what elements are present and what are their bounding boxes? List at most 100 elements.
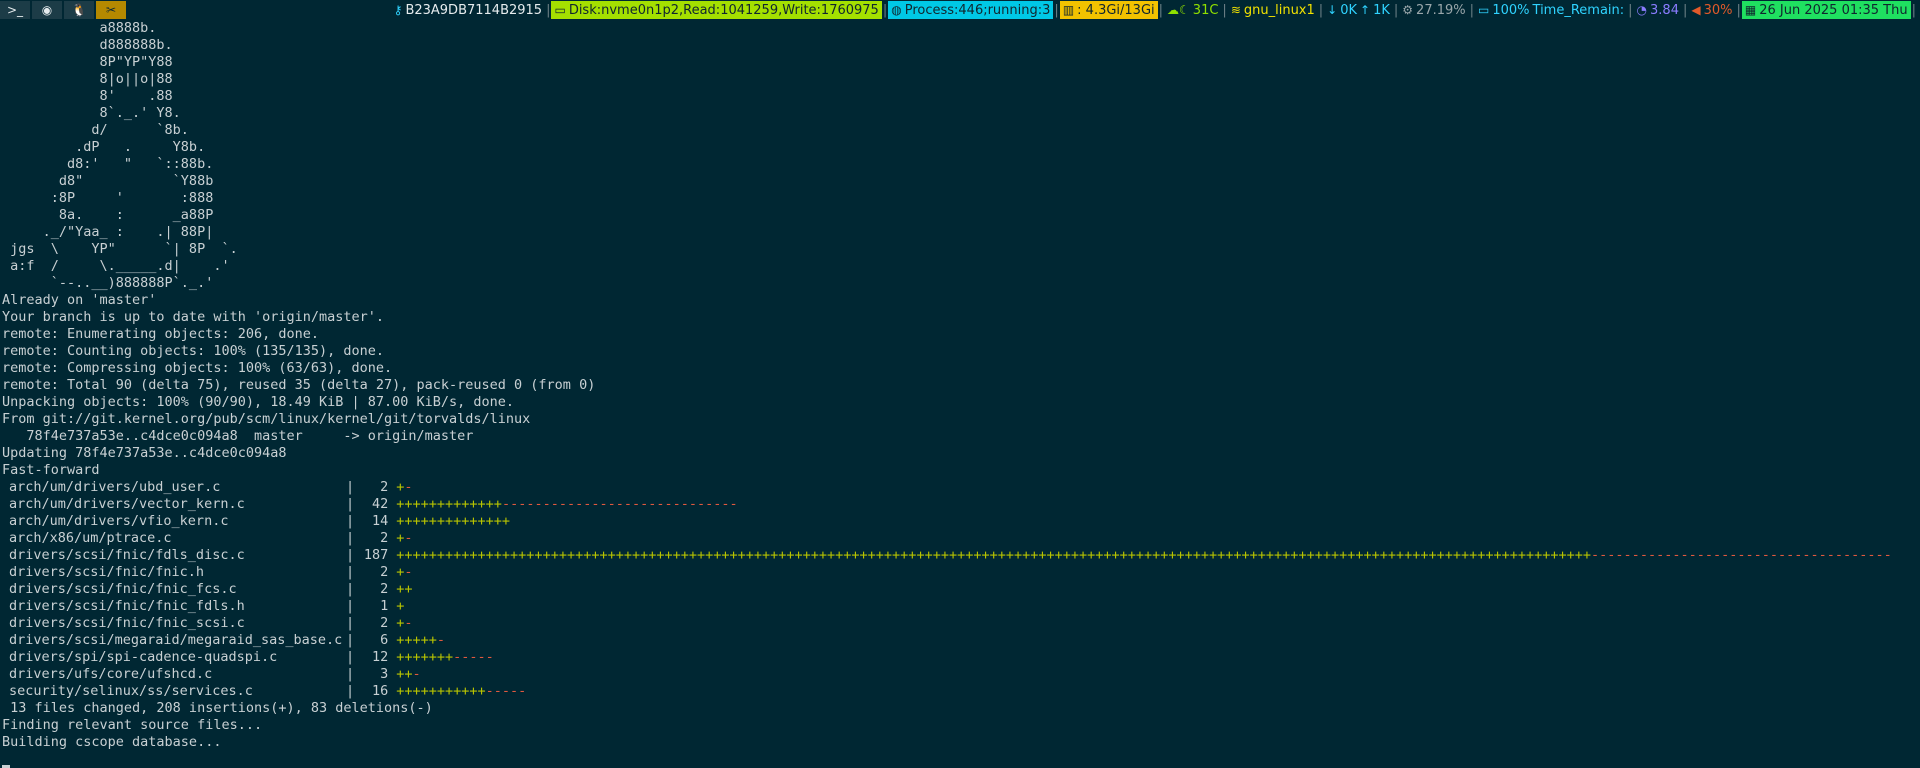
- diffstat-separator: |: [346, 479, 363, 495]
- diffstat-separator: |: [346, 615, 363, 631]
- diffstat-deletions: -----: [453, 649, 494, 665]
- battery-status: ▭ 100% Time_Remain:: [1475, 1, 1627, 19]
- linux-icon[interactable]: 🐧: [64, 1, 94, 19]
- diffstat-count: 42: [372, 496, 389, 512]
- net-up-text: 1K: [1373, 2, 1390, 18]
- diffstat-count: 187: [363, 547, 389, 563]
- diffstat-separator: |: [346, 564, 363, 580]
- ascii-art-line: d888888b.: [2, 37, 173, 53]
- diffstat-file: drivers/scsi/fnic/fnic_fcs.c: [9, 581, 237, 597]
- wifi-icon: ≋: [1230, 3, 1241, 17]
- diffstat-row: arch/um/drivers/vfio_kern.c | 14 +++++++++…: [0, 513, 1920, 530]
- ascii-art: a8888b. d888888b. 8P"YP"Y88 8|o||o|88 8'…: [0, 20, 1920, 292]
- diffstat-count: 2: [380, 615, 389, 631]
- battery-icon: ▭: [1478, 3, 1490, 17]
- diffstat-separator: |: [346, 581, 363, 597]
- ascii-art-line: d/ `8b.: [2, 122, 189, 138]
- diffstat-file: drivers/scsi/megaraid/megaraid_sas_base.…: [9, 632, 343, 648]
- ascii-art-line: jgs \ YP" `| 8P `.: [2, 241, 238, 257]
- diffstat-separator: |: [346, 666, 363, 682]
- terminal-line: remote: Total 90 (delta 75), reused 35 (…: [2, 377, 596, 393]
- arrow-down-icon: ↓: [1327, 3, 1338, 17]
- diffstat-row: drivers/spi/spi-cadence-quadspi.c | 12 +++…: [0, 649, 1920, 666]
- ascii-art-line: a8888b.: [2, 20, 157, 36]
- ascii-art-line: d8:' " `::88b.: [2, 156, 214, 172]
- status-bar: >_ ◉ 🐧 ✂ ⚷ B23A9DB7114B2915 | ▭ Disk:nvm…: [0, 0, 1920, 20]
- diffstat-row: arch/um/drivers/vector_kern.c | 42 +++++++…: [0, 496, 1920, 513]
- terminal-line: 78f4e737a53e..c4dce0c094a8 master -> ori…: [2, 428, 474, 444]
- diffstat-deletions: -: [404, 564, 413, 580]
- diffstat-file: arch/um/drivers/ubd_user.c: [9, 479, 221, 495]
- terminal-icon[interactable]: >_: [0, 1, 30, 19]
- terminal-line: From git://git.kernel.org/pub/scm/linux/…: [2, 411, 531, 427]
- diffstat-deletions: -: [436, 632, 446, 648]
- key-id: B23A9DB7114B2915: [405, 2, 543, 18]
- diffstat-separator: |: [346, 513, 363, 529]
- chart-icon: ▥: [1062, 3, 1075, 17]
- diffstat-deletions: -----------------------------: [501, 496, 738, 512]
- disk-icon: ▭: [554, 3, 566, 17]
- diffstat-row: arch/x86/um/ptrace.c | 2 +-: [0, 530, 1920, 547]
- ascii-art-line: 8|o||o|88: [2, 71, 173, 87]
- diffstat-separator: |: [346, 598, 363, 614]
- volume-icon: ◀: [1691, 3, 1701, 17]
- ascii-art-line: 8`._.' Y8.: [2, 105, 181, 121]
- diffstat-separator: |: [346, 530, 363, 546]
- firefox-icon[interactable]: ◉: [32, 1, 62, 19]
- ascii-art-line: ._/"Yaa_ : .| 88P|: [2, 224, 214, 240]
- terminal-line: remote: Compressing objects: 100% (63/63…: [2, 360, 393, 376]
- diffstat-deletions: -: [404, 530, 413, 546]
- ascii-art-line: `--..__)888888P`._.': [2, 275, 214, 291]
- diffstat-row: drivers/scsi/fnic/fnic_scsi.c | 2 +-: [0, 615, 1920, 632]
- diffstat-file: drivers/scsi/fnic/fnic_scsi.c: [9, 615, 245, 631]
- terminal-output[interactable]: a8888b. d888888b. 8P"YP"Y88 8|o||o|88 8'…: [0, 20, 1920, 768]
- arrow-up-icon: ↑: [1360, 3, 1371, 17]
- temp-text: 31C: [1192, 2, 1219, 18]
- diffstat-file: arch/um/drivers/vfio_kern.c: [9, 513, 229, 529]
- ascii-art-line: 8a. : _a88P: [2, 207, 214, 223]
- diffstat-file: drivers/spi/spi-cadence-quadspi.c: [9, 649, 278, 665]
- diffstat-insertions: ++: [396, 581, 413, 597]
- diffstat-count: 2: [380, 530, 389, 546]
- ascii-art-line: 8P"YP"Y88: [2, 54, 173, 70]
- diffstat-row: security/selinux/ss/services.c | 16 ++++++…: [0, 683, 1920, 700]
- ascii-art-line: a:f / \._____.d| .': [2, 258, 230, 274]
- ascii-art-line: :8P ' :888: [2, 190, 214, 206]
- time-remain-text: Time_Remain:: [1532, 2, 1625, 18]
- diffstat-insertions: ++++++++++++++++++++++++++++++++++++++++…: [396, 547, 1592, 563]
- disk-status: ▭ Disk:nvme0n1p2,Read:1041259,Write:1760…: [551, 1, 882, 19]
- diff-summary: 13 files changed, 208 insertions(+), 83 …: [2, 700, 433, 716]
- linux-icon: ◍: [891, 3, 902, 17]
- disk-text: Disk:nvme0n1p2,Read:1041259,Write:176097…: [568, 2, 879, 18]
- diffstat-insertions: +++++++++++++: [396, 496, 502, 512]
- diffstat-file: drivers/ufs/core/ufshcd.c: [9, 666, 213, 682]
- process-text: Process:446;running:3: [904, 2, 1051, 18]
- cpu-status: ⚙ 27.19%: [1399, 1, 1468, 19]
- diffstat-row: drivers/scsi/fnic/fnic_fcs.c | 2 ++: [0, 581, 1920, 598]
- diffstat-row: drivers/scsi/fnic/fnic_fdls.h | 1 +: [0, 598, 1920, 615]
- diffstat-count: 6: [380, 632, 389, 648]
- cscope-output: Finding relevant source files... Building…: [0, 717, 1920, 751]
- diffstat-file: arch/um/drivers/vector_kern.c: [9, 496, 245, 512]
- gauge-icon: ◔: [1636, 3, 1648, 17]
- terminal-line: Building cscope database...: [2, 734, 222, 750]
- datetime-status[interactable]: ▦ 26 Jun 2025 01:35 Thu: [1741, 1, 1911, 19]
- diffstat-count: 1: [380, 598, 389, 614]
- diffstat-insertions: +++++++: [396, 649, 454, 665]
- diffstat-deletions: -------------------------------------: [1591, 547, 1892, 563]
- process-status: ◍ Process:446;running:3: [888, 1, 1054, 19]
- diffstat-row: drivers/scsi/fnic/fdls_disc.c | 187 ++++++…: [0, 547, 1920, 564]
- diffstat: arch/um/drivers/ubd_user.c | 2 +- arch/um/d…: [0, 479, 1920, 700]
- weather-icon: ☁☾: [1167, 3, 1190, 17]
- diffstat-file: drivers/scsi/fnic/fnic.h: [9, 564, 205, 580]
- diffstat-count: 16: [372, 683, 389, 699]
- volume-status[interactable]: ◀ 30%: [1688, 1, 1735, 19]
- terminal-line: remote: Enumerating objects: 206, done.: [2, 326, 319, 342]
- weather-status: ☁☾ 31C: [1164, 1, 1221, 19]
- datetime-text: 26 Jun 2025 01:35 Thu: [1759, 2, 1908, 18]
- diffstat-count: 2: [380, 564, 389, 580]
- load-status: ◔ 3.84: [1634, 1, 1682, 19]
- diffstat-deletions: -: [404, 615, 413, 631]
- terminal-line: Unpacking objects: 100% (90/90), 18.49 K…: [2, 394, 515, 410]
- tools-icon[interactable]: ✂: [96, 1, 126, 19]
